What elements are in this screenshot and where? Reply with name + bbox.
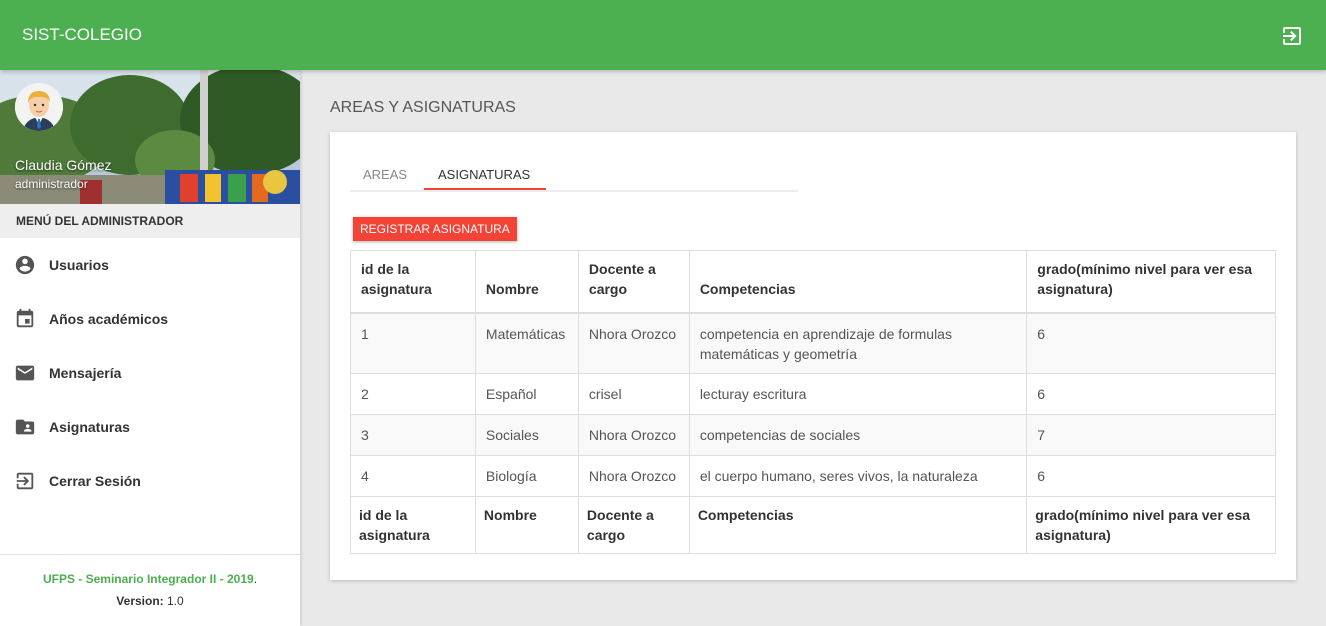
cell-nombre: Matemáticas <box>474 312 579 374</box>
active-tab-indicator <box>424 188 546 190</box>
cell-docente: crisel <box>577 373 690 415</box>
footer-column-id: id de la asignatura <box>350 496 476 554</box>
cell-nombre: Sociales <box>474 414 579 456</box>
avatar-illustration <box>15 83 63 131</box>
cell-nombre: Español <box>474 373 579 415</box>
sidebar-item-label: Años académicos <box>49 311 169 327</box>
version-label: Version: <box>116 594 164 608</box>
tab-bar: AREAS ASIGNATURAS <box>350 158 798 192</box>
cell-competencias: el cuerpo humano, seres vivos, la natura… <box>688 455 1027 497</box>
account-circle-icon <box>15 255 35 275</box>
footer-column-nombre: Nombre <box>474 496 579 554</box>
version-value: 1.0 <box>167 594 184 608</box>
sidebar-footer: UFPS - Seminario Integrador II - 2019. V… <box>0 554 300 626</box>
table-row[interactable]: 1 Matemáticas Nhora Orozco competencia e… <box>350 312 1276 374</box>
mail-icon <box>15 365 35 381</box>
calendar-icon <box>16 308 34 328</box>
cell-competencias: competencia en aprendizaje de formulas m… <box>688 312 1027 374</box>
app-title: SIST-COLEGIO <box>22 25 142 44</box>
menu-header: MENÚ DEL ADMINISTRADOR <box>0 204 300 238</box>
cell-docente: Nhora Orozco <box>577 455 690 497</box>
tab-asignaturas[interactable]: ASIGNATURAS <box>438 167 530 182</box>
profile-card: Claudia Gómez administrador <box>0 70 300 204</box>
sidebar-item-anos-academicos[interactable]: Años académicos <box>0 292 300 346</box>
cell-id: 2 <box>350 373 476 415</box>
sidebar-item-label: Asignaturas <box>49 419 130 435</box>
sidebar-menu: Usuarios Años académicos Mensajería Asig… <box>0 238 300 508</box>
content-card: AREAS ASIGNATURAS REGISTRAR ASIGNATURA i… <box>330 132 1296 580</box>
sidebar-item-cerrar-sesion[interactable]: Cerrar Sesión <box>0 454 300 508</box>
register-asignatura-button[interactable]: REGISTRAR ASIGNATURA <box>353 217 517 241</box>
exit-icon <box>16 472 34 490</box>
user-name: Claudia Gómez <box>15 157 112 173</box>
sidebar-item-asignaturas[interactable]: Asignaturas <box>0 400 300 454</box>
footer-version: Version: 1.0 <box>0 594 300 608</box>
table-row[interactable]: 4 Biología Nhora Orozco el cuerpo humano… <box>350 455 1276 497</box>
table-footer-row: id de la asignatura Nombre Docente a car… <box>350 496 1276 554</box>
cell-competencias: competencias de sociales <box>688 414 1027 456</box>
column-header-competencias[interactable]: Competencias <box>688 250 1027 314</box>
footer-column-grado: grado(mínimo nivel para ver esa asignatu… <box>1026 496 1276 554</box>
table-header-row: id de la asignatura Nombre Docente a car… <box>350 250 1276 314</box>
table-row[interactable]: 2 Español crisel lecturay escritura 6 <box>350 373 1276 415</box>
cell-grado: 6 <box>1026 312 1276 374</box>
footer-credit-end: . <box>253 572 258 586</box>
sidebar-item-label: Cerrar Sesión <box>49 473 141 489</box>
footer-credit-text: UFPS - Seminario Integrador II - 2019 <box>42 572 254 586</box>
cell-id: 1 <box>350 312 476 374</box>
cell-grado: 7 <box>1026 414 1276 456</box>
cell-grado: 6 <box>1026 455 1276 497</box>
sidebar-item-usuarios[interactable]: Usuarios <box>0 238 300 292</box>
cell-nombre: Biología <box>474 455 579 497</box>
column-header-docente[interactable]: Docente a cargo <box>577 250 690 314</box>
cell-competencias: lecturay escritura <box>688 373 1027 415</box>
column-header-nombre[interactable]: Nombre <box>474 250 579 314</box>
folder-shared-icon <box>15 419 35 435</box>
tab-areas[interactable]: AREAS <box>363 167 407 182</box>
cell-id: 3 <box>350 414 476 456</box>
top-app-bar: SIST-COLEGIO <box>0 0 1326 70</box>
sidebar-item-label: Mensajería <box>49 365 122 381</box>
logout-icon[interactable] <box>1280 24 1304 48</box>
table-row[interactable]: 3 Sociales Nhora Orozco competencias de … <box>350 414 1276 456</box>
sidebar-item-label: Usuarios <box>49 257 109 273</box>
footer-credit: UFPS - Seminario Integrador II - 2019. <box>0 572 300 586</box>
page-title: AREAS Y ASIGNATURAS <box>330 99 516 116</box>
column-header-id[interactable]: id de la asignatura <box>350 250 476 314</box>
asignaturas-table: id de la asignatura Nombre Docente a car… <box>350 250 1276 554</box>
footer-column-competencias: Competencias <box>688 496 1027 554</box>
user-role: administrador <box>15 177 88 191</box>
avatar <box>15 83 63 131</box>
sidebar-item-mensajeria[interactable]: Mensajería <box>0 346 300 400</box>
cell-docente: Nhora Orozco <box>577 414 690 456</box>
cell-docente: Nhora Orozco <box>577 312 690 374</box>
column-header-grado[interactable]: grado(mínimo nivel para ver esa asignatu… <box>1026 250 1276 314</box>
cell-id: 4 <box>350 455 476 497</box>
footer-column-docente: Docente a cargo <box>577 496 690 554</box>
cell-grado: 6 <box>1026 373 1276 415</box>
sidebar: Claudia Gómez administrador MENÚ DEL ADM… <box>0 70 300 626</box>
